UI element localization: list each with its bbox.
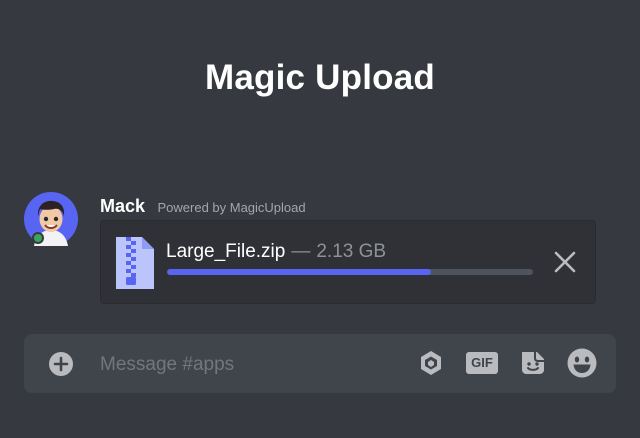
file-name[interactable]: Large_File.zip bbox=[166, 241, 285, 262]
close-icon[interactable] bbox=[550, 247, 580, 277]
zip-file-icon bbox=[116, 237, 154, 289]
message-header: Mack Powered by MagicUpload bbox=[100, 196, 306, 217]
message-input[interactable] bbox=[98, 348, 402, 382]
add-circle-icon[interactable] bbox=[48, 351, 74, 377]
file-separator: — bbox=[291, 241, 311, 262]
upload-progress-fill bbox=[167, 269, 431, 275]
upload-progress-bar bbox=[167, 269, 533, 275]
gif-button[interactable]: GIF bbox=[464, 348, 500, 378]
gift-icon[interactable] bbox=[418, 348, 444, 378]
author-name[interactable]: Mack bbox=[100, 196, 145, 216]
emoji-icon[interactable] bbox=[566, 347, 598, 379]
file-size: 2.13 GB bbox=[316, 241, 387, 262]
page-title: Magic Upload bbox=[205, 58, 435, 97]
file-info: Large_File.zip —2.13 GB bbox=[166, 241, 386, 263]
avatar[interactable] bbox=[24, 192, 78, 246]
upload-card: Large_File.zip —2.13 GB bbox=[100, 220, 596, 304]
sticker-icon[interactable] bbox=[518, 348, 548, 378]
message-composer: GIF bbox=[24, 334, 616, 393]
powered-by-label: Powered by MagicUpload bbox=[157, 200, 306, 215]
gif-label: GIF bbox=[471, 355, 493, 370]
chat-message: Mack Powered by MagicUpload Large_File.z… bbox=[24, 192, 614, 307]
